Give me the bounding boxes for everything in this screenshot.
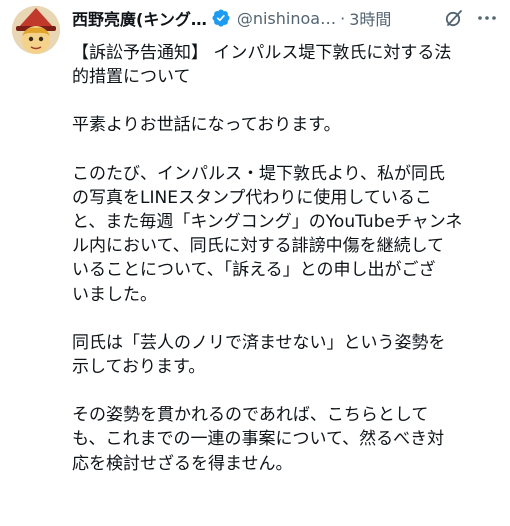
tweet: 西野亮廣(キング… @nishinoa… · 3時間 【訴訟予告通知】 インパル… [0,0,510,526]
tweet-body: 【訴訟予告通知】 インパルス堤下敦氏に対する法 的措置について 平素よりお世話に… [72,41,502,476]
tweet-paragraph-greeting: 平素よりお世話になっております。 [72,115,341,136]
separator-dot: · [340,8,346,28]
avatar[interactable] [12,6,60,54]
tweet-paragraph-title: 【訴訟予告通知】 インパルス堤下敦氏に対する法 的措置について [72,43,452,88]
tweet-paragraph-stance: 同氏は「芸人のノリで済ませない」という姿勢を 示しております。 [72,332,446,378]
author-name[interactable]: 西野亮廣(キング… [72,6,207,30]
grok-icon[interactable] [444,8,464,28]
avatar-illustration [12,6,60,54]
timestamp[interactable]: 3時間 [349,6,391,30]
tweet-paragraph-claim: このたび、インパルス・堤下敦氏より、私が同氏 の写真をLINEスタンプ代わりに使… [72,163,463,305]
tweet-header: 西野亮廣(キング… @nishinoa… · 3時間 [72,7,502,29]
tweet-paragraph-response: その姿勢を貫かれるのであれば、こちらとして も、これまでの一連の事案について、然… [72,405,445,474]
author-handle[interactable]: @nishinoa… [237,9,336,28]
more-icon[interactable] [476,8,498,28]
verified-badge-icon [211,8,231,28]
